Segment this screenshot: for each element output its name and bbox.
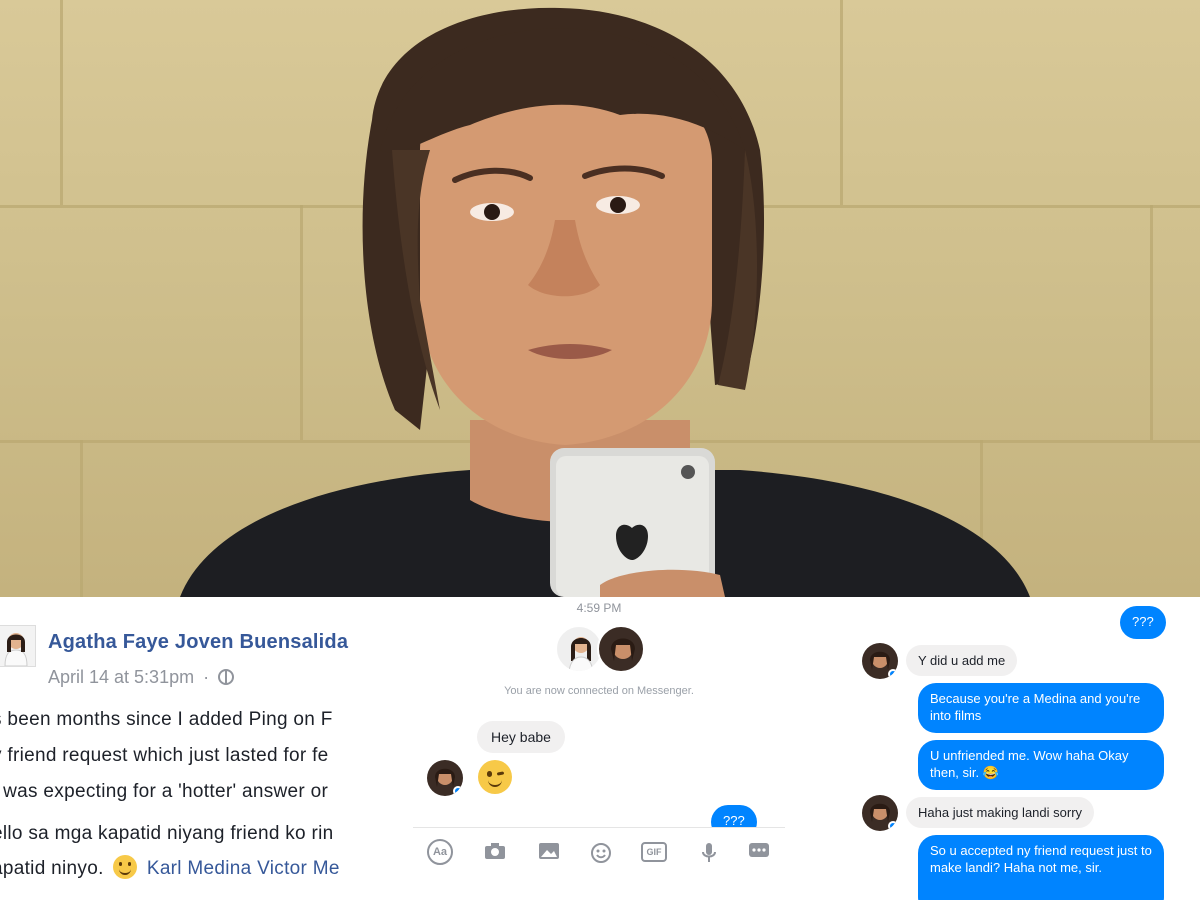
sender-avatar (862, 643, 898, 679)
message-composer-toolbar: Aa GIF (413, 827, 785, 877)
post-text-line: I was expecting for a 'hotter' answer or (0, 781, 329, 802)
post-text-line: ello sa mga kapatid niyang friend ko rin (0, 823, 334, 844)
message-timestamp: 4:59 PM (576, 601, 622, 615)
post-meta: April 14 at 5:31pm · (48, 667, 235, 688)
connected-notice: You are now connected on Messenger. (504, 685, 694, 697)
smiley-icon (113, 855, 138, 879)
wink-emoji-icon (478, 760, 512, 794)
outgoing-message: Because you're a Medina and you're into … (918, 683, 1164, 733)
post-text-fragment: apatid ninyo. (0, 858, 104, 879)
outgoing-message: U unfriended me. Wow haha Okay then, sir… (918, 740, 1164, 790)
camera-icon[interactable] (483, 842, 507, 862)
mention-link[interactable]: Karl Medina (147, 858, 252, 879)
image-icon[interactable] (537, 842, 561, 862)
messenger-conversation-1: 4:59 PM You are now connected on Messeng… (413, 597, 785, 900)
messenger-conversation-2: ??? Y did u add me Because you're a Medi… (850, 597, 1200, 900)
post-text-line-last: apatid ninyo. Karl Medina Victor Me (0, 855, 340, 880)
facebook-post: Agatha Faye Joven Buensalida April 14 at… (0, 597, 400, 900)
sender-avatar (427, 760, 463, 796)
man-with-phone-illustration (180, 7, 1030, 597)
mention-link-partial[interactable]: Victor Me (257, 858, 340, 879)
avatar-man (597, 625, 645, 673)
post-text-line: y friend request which just lasted for f… (0, 745, 329, 766)
author-avatar[interactable] (0, 625, 36, 667)
more-icon[interactable] (747, 842, 771, 862)
avatar-woman (555, 625, 603, 673)
gif-icon[interactable]: GIF (641, 842, 667, 862)
selfie-photo (0, 0, 1200, 597)
outgoing-message: ??? (1120, 606, 1166, 639)
incoming-message: Hey babe (477, 721, 565, 753)
emoji-icon[interactable] (589, 842, 613, 863)
messenger-badge-icon (888, 821, 898, 831)
post-date[interactable]: April 14 at 5:31pm (48, 667, 194, 687)
avatar-image (611, 638, 635, 661)
globe-icon (218, 669, 235, 685)
aa-icon[interactable]: Aa (427, 839, 453, 865)
outgoing-message: So u accepted ny friend request just to … (918, 835, 1164, 900)
messenger-badge-icon (453, 786, 463, 796)
wink-eyelid (496, 771, 505, 776)
incoming-message: Y did u add me (906, 645, 1018, 676)
messenger-badge-icon (888, 669, 898, 679)
avatar-image (0, 626, 35, 666)
incoming-message: Haha just making landi sorry (906, 797, 1095, 828)
sender-avatar (862, 795, 898, 831)
meta-separator: · (203, 667, 210, 687)
post-text-line: s been months since I added Ping on F (0, 709, 333, 730)
post-author-name[interactable]: Agatha Faye Joven Buensalida (48, 631, 348, 654)
microphone-icon[interactable] (697, 842, 721, 862)
